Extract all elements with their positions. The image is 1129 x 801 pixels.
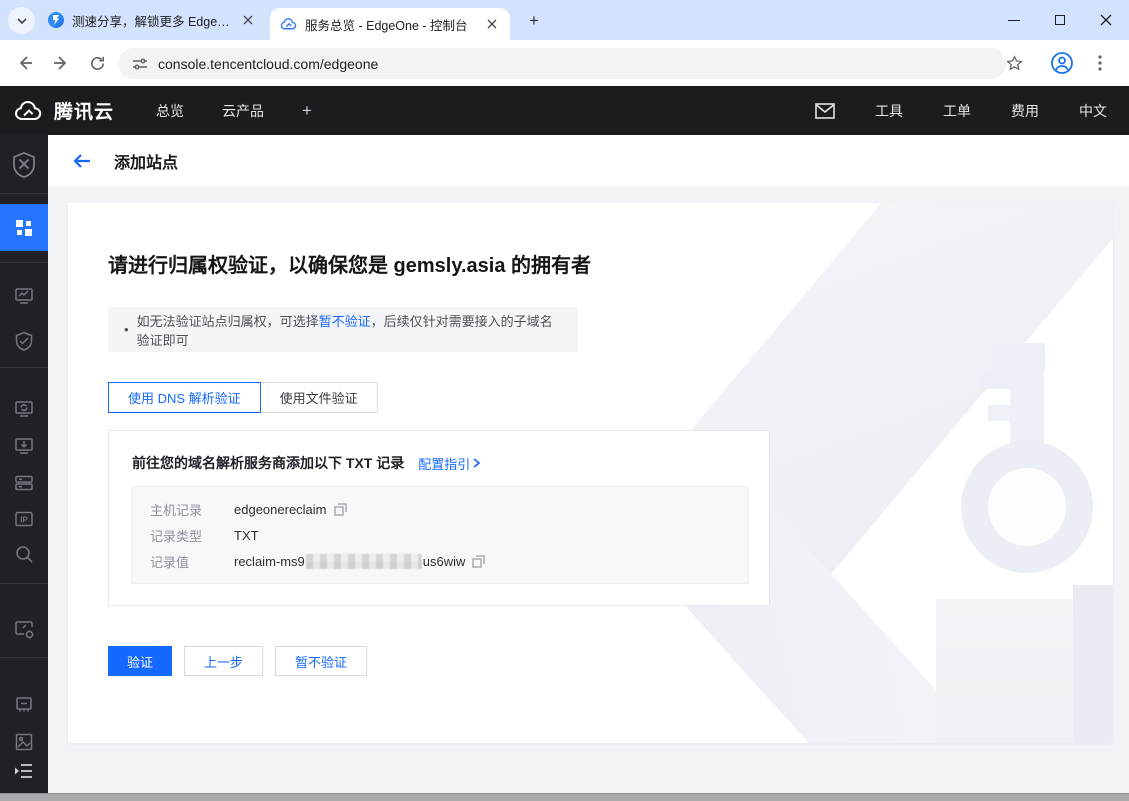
- tab-close-icon[interactable]: [240, 12, 256, 28]
- nav-billing[interactable]: 费用: [1011, 101, 1039, 121]
- browser-tab-2-active[interactable]: 服务总览 - EdgeOne - 控制台: [270, 8, 510, 40]
- record-row-host: 主机记录 edgeonereclaim: [150, 499, 730, 519]
- sidebar-item-site-download[interactable]: [0, 428, 48, 464]
- browser-menu-icon[interactable]: [1085, 48, 1115, 78]
- cloud-logo-icon: [14, 100, 44, 122]
- nav-language[interactable]: 中文: [1079, 101, 1107, 121]
- url-text[interactable]: console.tencentcloud.com/edgeone: [158, 56, 378, 72]
- sidebar-item-device[interactable]: [0, 687, 48, 723]
- txt-record-box: 主机记录 edgeonereclaim 记录类型 TXT 记录值: [131, 486, 749, 584]
- sidebar-item-security-shield[interactable]: [0, 323, 48, 359]
- edgeone-logo-icon[interactable]: [0, 147, 48, 183]
- mail-icon[interactable]: [815, 103, 835, 119]
- skip-verification-link[interactable]: 暂不验证: [319, 314, 371, 329]
- browser-toolbar: console.tencentcloud.com/edgeone: [0, 40, 1129, 86]
- record-row-value: 记录值 reclaim-ms9us6wiw: [150, 551, 730, 571]
- deco-key-icon: [961, 441, 1093, 573]
- action-buttons: 验证 上一步 暂不验证: [108, 646, 367, 676]
- sidebar-divider: [0, 367, 48, 368]
- back-button[interactable]: [10, 48, 40, 78]
- header-nav: 总览 云产品: [156, 101, 264, 121]
- nav-overview[interactable]: 总览: [156, 101, 184, 121]
- record-value: reclaim-ms9us6wiw: [234, 554, 465, 569]
- sidebar-item-ip[interactable]: IP: [0, 501, 48, 537]
- header-right-nav: 工具 工单 费用 中文: [815, 101, 1107, 121]
- window-maximize-button[interactable]: [1037, 0, 1083, 40]
- forward-button[interactable]: [46, 48, 76, 78]
- sidebar-item-site-sync[interactable]: [0, 391, 48, 427]
- browser-tab-1[interactable]: 测速分享，解锁更多 EdgeOne: [38, 0, 266, 40]
- tab-search-chevron-icon[interactable]: [8, 7, 35, 34]
- panel-title: 前往您的域名解析服务商添加以下 TXT 记录: [132, 453, 404, 473]
- sidebar-item-search[interactable]: [0, 536, 48, 572]
- sidebar-item-site-settings[interactable]: [0, 611, 48, 647]
- brand-text: 腾讯云: [54, 97, 114, 124]
- tab-close-icon[interactable]: [484, 16, 500, 32]
- host-record-value: edgeonereclaim: [234, 502, 327, 517]
- sidebar: IP: [0, 135, 48, 793]
- edgeone-favicon-icon: [48, 12, 64, 28]
- verification-card: 请进行归属权验证，以确保您是 gemsly.asia 的拥有者 • 如无法验证站…: [68, 203, 1113, 743]
- horizontal-scrollbar[interactable]: [0, 793, 1129, 801]
- notice-text: 如无法验证站点归属权，可选择暂不验证，后续仅针对需要接入的子域名验证即可: [137, 311, 562, 349]
- sidebar-divider: [0, 583, 48, 584]
- new-tab-button[interactable]: +: [522, 9, 546, 33]
- skip-verify-button[interactable]: 暂不验证: [275, 646, 367, 676]
- nav-products[interactable]: 云产品: [222, 101, 264, 121]
- sidebar-item-overview-active[interactable]: [0, 204, 48, 251]
- site-settings-icon[interactable]: [132, 56, 148, 72]
- notice-banner: • 如无法验证站点归属权，可选择暂不验证，后续仅针对需要接入的子域名验证即可: [108, 307, 578, 352]
- dashboard-icon: [15, 219, 33, 237]
- tab-file-verification[interactable]: 使用文件验证: [261, 382, 378, 413]
- verify-button[interactable]: 验证: [108, 646, 172, 676]
- bullet-icon: •: [124, 322, 129, 337]
- deco-pedestal: [1073, 585, 1113, 743]
- deco-key-icon: [988, 405, 1010, 421]
- profile-avatar-icon[interactable]: [1047, 48, 1077, 78]
- verification-method-tabs: 使用 DNS 解析验证 使用文件验证: [108, 382, 378, 413]
- sidebar-item-site-monitor[interactable]: [0, 278, 48, 314]
- copy-icon[interactable]: [334, 503, 347, 516]
- window-controls: [991, 0, 1129, 40]
- screen: 测速分享，解锁更多 EdgeOne 服务总览 - EdgeOne - 控制台 +: [0, 0, 1129, 801]
- window-minimize-button[interactable]: [991, 0, 1037, 40]
- tab-title: 测速分享，解锁更多 EdgeOne: [72, 11, 232, 30]
- tencent-cloud-header: 腾讯云 总览 云产品 + 工具 工单 费用 中文: [0, 86, 1129, 135]
- reload-button[interactable]: [82, 48, 112, 78]
- copy-icon[interactable]: [472, 555, 485, 568]
- header-add-button[interactable]: +: [302, 101, 312, 121]
- config-guide-link[interactable]: 配置指引: [418, 454, 480, 473]
- bookmark-star-icon[interactable]: [999, 48, 1029, 78]
- record-type-value: TXT: [234, 528, 259, 543]
- tencent-cloud-favicon-icon: [280, 16, 297, 33]
- address-bar[interactable]: console.tencentcloud.com/edgeone: [118, 48, 1006, 79]
- ip-icon-text: IP: [20, 516, 28, 525]
- main-content: 请进行归属权验证，以确保您是 gemsly.asia 的拥有者 • 如无法验证站…: [48, 186, 1129, 793]
- page-header: 添加站点: [48, 135, 1129, 186]
- sidebar-item-server-list[interactable]: [0, 465, 48, 501]
- previous-step-button[interactable]: 上一步: [184, 646, 263, 676]
- verification-heading: 请进行归属权验证，以确保您是 gemsly.asia 的拥有者: [108, 249, 591, 278]
- record-row-type: 记录类型 TXT: [150, 525, 730, 545]
- chevron-right-icon: [473, 458, 480, 468]
- masked-value: [306, 554, 422, 569]
- nav-tickets[interactable]: 工单: [943, 101, 971, 121]
- nav-tools[interactable]: 工具: [875, 101, 903, 121]
- tab-dns-verification[interactable]: 使用 DNS 解析验证: [108, 382, 261, 413]
- dns-record-panel: 前往您的域名解析服务商添加以下 TXT 记录 配置指引 主机记录 edgeone…: [108, 430, 770, 606]
- window-close-button[interactable]: [1083, 0, 1129, 40]
- browser-tabstrip: 测速分享，解锁更多 EdgeOne 服务总览 - EdgeOne - 控制台 +: [0, 0, 1129, 40]
- back-arrow-icon[interactable]: [72, 153, 92, 169]
- sidebar-divider: [0, 657, 48, 658]
- sidebar-collapse-menu-icon[interactable]: [0, 753, 48, 789]
- tencent-cloud-logo[interactable]: 腾讯云: [14, 97, 114, 124]
- page-title: 添加站点: [114, 149, 178, 173]
- sidebar-divider: [0, 193, 48, 194]
- sidebar-divider: [0, 262, 48, 263]
- tab-title: 服务总览 - EdgeOne - 控制台: [305, 15, 476, 34]
- deco-key-icon: [980, 371, 1010, 389]
